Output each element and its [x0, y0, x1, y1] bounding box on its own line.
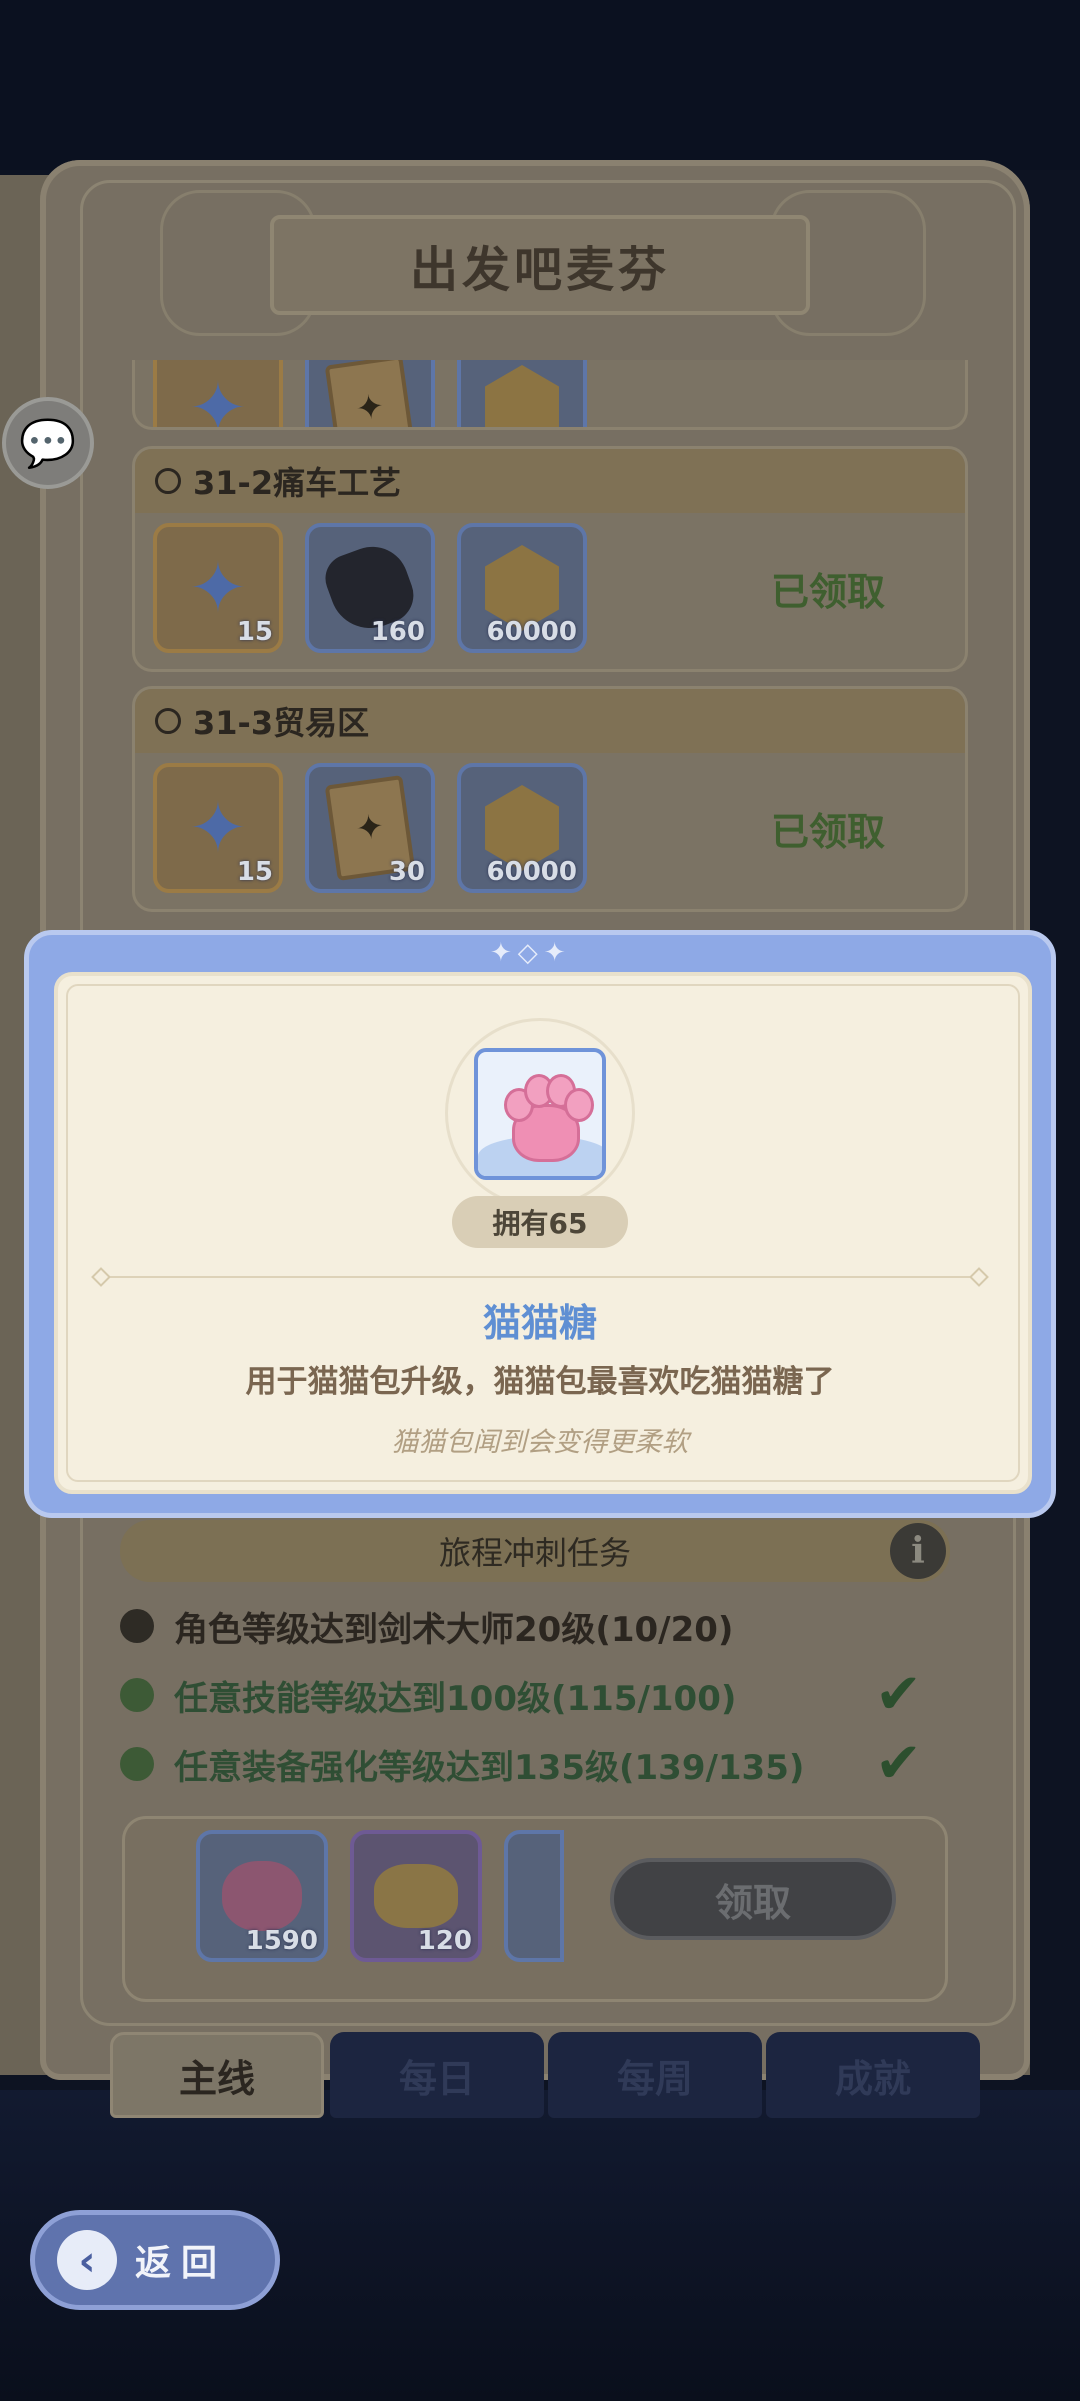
stage-card: 31-2痛车工艺 ✦ 15 160 60000 已领取 [132, 446, 968, 672]
divider [100, 1276, 980, 1278]
claimed-status: 已领取 [770, 570, 885, 614]
task-text: 任意技能等级达到100级(115/100) [174, 1678, 737, 1719]
claim-button[interactable]: 领取 [610, 1858, 896, 1940]
item-flavor-text: 猫猫包闻到会变得更柔软 [391, 1427, 689, 1458]
stage-card-header: 31-3贸易区 [135, 689, 965, 753]
reward-item[interactable]: ✦15 [153, 523, 283, 653]
lightbulb-icon [155, 468, 181, 494]
chat-bubbles-icon: 💬 [19, 415, 77, 470]
skill-icon [120, 1678, 154, 1712]
task-row: 任意装备强化等级达到135级(139/135) [120, 1736, 804, 1792]
claimed-status: 已领取 [770, 810, 885, 854]
chat-button[interactable]: 💬 [2, 397, 94, 489]
reward-item[interactable]: 160 [305, 523, 435, 653]
task-row: 角色等级达到剑术大师20级(10/20) [120, 1598, 733, 1654]
character-icon [120, 1609, 154, 1643]
task-text: 任意装备强化等级达到135级(139/135) [174, 1747, 805, 1788]
reward-item[interactable]: 60000 [457, 523, 587, 653]
stage-card-header: 31-2痛车工艺 [135, 449, 965, 513]
stage-title: 31-2痛车工艺 [193, 464, 402, 502]
sprint-task-header: 旅程冲刺任务 [120, 1520, 950, 1582]
reward-item[interactable]: 1590 [196, 1830, 328, 1962]
back-button[interactable]: ‹ 返回 [30, 2210, 280, 2310]
equipment-icon [120, 1747, 154, 1781]
reward-item[interactable]: ✦30 [305, 360, 435, 427]
cat-paw-icon [478, 1052, 602, 1176]
checkmark-icon: ✔ [875, 1731, 922, 1796]
stage-title: 31-3贸易区 [193, 704, 370, 742]
item-name: 猫猫糖 [482, 1301, 597, 1345]
stage-card: 31-3贸易区 ✦ 15 ✦ 30 60000 已领取 [132, 686, 968, 912]
tab-daily[interactable]: 每日 [330, 2032, 544, 2118]
reward-item[interactable]: 60000 [457, 360, 587, 427]
owned-count: 拥有65 [452, 1196, 628, 1248]
reward-item[interactable]: ✦15 [153, 763, 283, 893]
reward-item[interactable] [504, 1830, 564, 1962]
stage-card: ✦15 ✦30 60000 [132, 360, 968, 430]
star-crystal-icon: ✦ [188, 367, 248, 430]
page-title: 出发吧麦芬 [409, 242, 670, 298]
checkmark-icon: ✔ [875, 1662, 922, 1727]
reward-item[interactable]: 120 [350, 1830, 482, 1962]
tab-main[interactable]: 主线 [110, 2032, 324, 2118]
tab-weekly[interactable]: 每周 [548, 2032, 762, 2118]
item-icon-frame [474, 1048, 606, 1180]
top-background [0, 0, 1080, 170]
card-icon: ✦ [324, 360, 416, 427]
tab-achievements[interactable]: 成就 [766, 2032, 980, 2118]
reward-item[interactable]: ✦15 [153, 360, 283, 430]
sparkle-icon: ✦◇✦ [490, 938, 572, 968]
info-icon[interactable]: i [890, 1523, 946, 1579]
star-crystal-icon: ✦ [188, 787, 248, 869]
item-description: 用于猫猫包升级，猫猫包最喜欢吃猫猫糖了 [245, 1364, 835, 1400]
star-crystal-icon: ✦ [188, 547, 248, 629]
task-text: 角色等级达到剑术大师20级(10/20) [174, 1609, 734, 1650]
reward-item[interactable]: ✦30 [305, 763, 435, 893]
cat-food-icon [374, 1864, 458, 1928]
back-arrow-icon: ‹ [57, 2230, 117, 2290]
task-row: 任意技能等级达到100级(115/100) [120, 1667, 736, 1723]
title-banner: 出发吧麦芬 [270, 215, 810, 315]
coin-icon [485, 365, 559, 427]
lightbulb-icon [155, 708, 181, 734]
sprint-task-title: 旅程冲刺任务 [438, 1534, 631, 1572]
reward-item[interactable]: 60000 [457, 763, 587, 893]
cat-candy-icon [222, 1861, 302, 1931]
stage-reward-list[interactable]: ✦15 ✦30 60000 31-2痛车工艺 ✦15 160 60000 已领取… [120, 360, 980, 930]
